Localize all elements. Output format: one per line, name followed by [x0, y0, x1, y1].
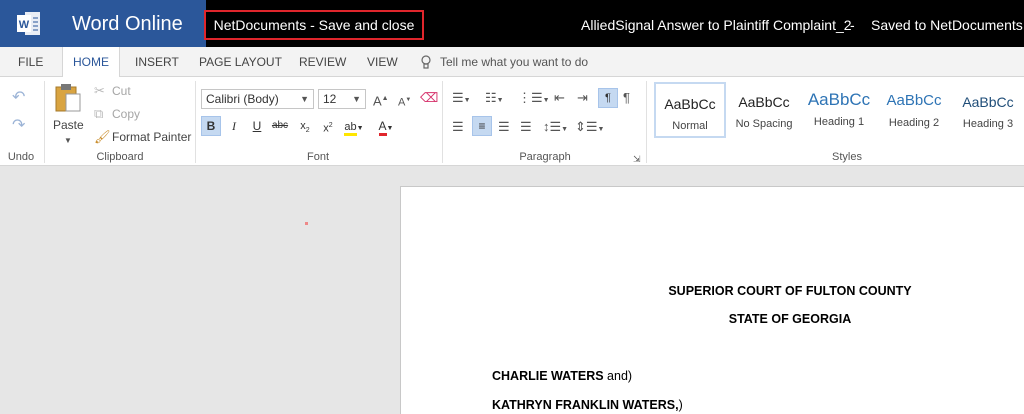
format-painter-button[interactable]: Format Painter: [112, 129, 191, 145]
group-divider: [44, 81, 45, 163]
party-1-rest: and): [603, 369, 633, 383]
party-line-2: KATHRYN FRANKLIN WATERS,): [492, 397, 683, 413]
align-right-icon[interactable]: ☰: [498, 119, 510, 135]
highlighter-icon: ab: [344, 121, 357, 136]
align-center-button[interactable]: ≡: [472, 116, 492, 136]
tab-file[interactable]: FILE: [18, 47, 43, 77]
tab-review[interactable]: REVIEW: [299, 47, 346, 77]
app-name: Word Online: [72, 13, 183, 35]
title-bar: W Word Online NetDocuments - Save and cl…: [0, 0, 1024, 47]
chevron-down-icon: ▼: [300, 94, 309, 104]
numbering-icon[interactable]: ☷▼: [485, 90, 504, 109]
style-heading-3[interactable]: AaBbCc Heading 3: [952, 82, 1024, 138]
style-name: Heading 3: [962, 118, 1014, 130]
party-line-1: CHARLIE WATERS and): [492, 368, 632, 384]
styles-group-label: Styles: [832, 151, 862, 163]
align-left-icon[interactable]: ☰: [452, 119, 464, 135]
italic-button[interactable]: I: [224, 116, 244, 136]
redo-icon[interactable]: ↷: [12, 118, 25, 134]
group-divider: [195, 81, 196, 163]
paste-label: Paste: [53, 118, 84, 132]
state-heading: STATE OF GEORGIA: [728, 312, 852, 326]
style-sample: AaBbCc: [962, 94, 1014, 110]
court-heading: SUPERIOR COURT OF FULTON COUNTY: [668, 284, 912, 298]
font-family-value: Calibri (Body): [206, 92, 279, 106]
style-name: Heading 2: [888, 117, 940, 129]
font-size-value: 12: [323, 92, 337, 106]
app-brand[interactable]: W Word Online: [0, 0, 206, 47]
justify-icon[interactable]: ☰: [520, 119, 532, 135]
clear-formatting-icon[interactable]: ⌫: [420, 90, 438, 106]
decrease-indent-icon[interactable]: ⇤: [554, 90, 565, 106]
copy-button[interactable]: Copy: [112, 106, 140, 122]
paste-button[interactable]: Paste ▼: [51, 83, 85, 145]
underline-button[interactable]: U: [247, 116, 267, 136]
strikethrough-button[interactable]: abc: [270, 116, 290, 136]
line-spacing-icon[interactable]: ↕☰▼: [543, 119, 568, 138]
cursor-marker: [305, 222, 308, 225]
style-sample: AaBbCc: [807, 90, 871, 109]
paste-chevron-down-icon[interactable]: ▼: [64, 133, 72, 149]
paragraph-dialog-launcher-icon[interactable]: ⇲: [633, 151, 641, 167]
undo-icon[interactable]: ↶: [12, 90, 25, 106]
cut-icon: ✂: [94, 83, 105, 98]
undo-group-label: Undo: [7, 151, 35, 163]
style-name: No Spacing: [735, 118, 793, 130]
style-sample: AaBbCc: [664, 96, 716, 112]
style-sample: AaBbCc: [886, 92, 942, 109]
clipboard-group-label: Clipboard: [96, 151, 144, 163]
subscript-button[interactable]: x2: [295, 116, 315, 136]
clipboard-icon: [55, 84, 81, 112]
group-divider: [442, 81, 443, 163]
font-group-label: Font: [306, 151, 329, 163]
party-1-name: CHARLIE WATERS: [492, 369, 604, 383]
document-title[interactable]: AlliedSignal Answer to Plaintiff Complai…: [581, 16, 852, 34]
svg-text:W: W: [19, 19, 30, 31]
font-size-dropdown[interactable]: 12 ▼: [318, 89, 366, 109]
style-sample: AaBbCc: [738, 94, 790, 110]
tab-page-layout[interactable]: PAGE LAYOUT: [199, 47, 282, 77]
font-family-dropdown[interactable]: Calibri (Body) ▼: [201, 89, 314, 109]
increase-indent-icon[interactable]: ⇥: [577, 90, 588, 106]
multilevel-list-icon[interactable]: ⋮☰▼: [518, 90, 550, 109]
ltr-paragraph-button[interactable]: ¶: [598, 88, 618, 108]
font-color-button[interactable]: A▼: [373, 116, 399, 136]
tab-view[interactable]: VIEW: [367, 47, 398, 77]
bullets-icon[interactable]: ☰▼: [452, 90, 471, 109]
party-2-name: KATHRYN FRANKLIN WATERS,: [492, 398, 679, 412]
grow-font-icon[interactable]: A▲: [373, 91, 389, 109]
style-no-spacing[interactable]: AaBbCc No Spacing: [728, 82, 800, 138]
netdocuments-save-close-button[interactable]: NetDocuments - Save and close: [204, 10, 424, 40]
style-heading-1[interactable]: AaBbCc Heading 1: [803, 82, 875, 138]
format-painter-icon: 🖌: [94, 129, 111, 144]
paragraph-group-label: Paragraph: [519, 151, 571, 163]
style-heading-2[interactable]: AaBbCc Heading 2: [878, 82, 950, 138]
tell-me-label: Tell me what you want to do: [440, 55, 589, 69]
style-name: Normal: [672, 120, 708, 132]
ribbon-tabs: FILE HOME INSERT PAGE LAYOUT REVIEW VIEW…: [0, 47, 1024, 78]
highlight-color-button[interactable]: ab▼: [341, 116, 367, 136]
save-status: Saved to NetDocuments: [871, 17, 1023, 33]
party-2-rest: ): [678, 398, 683, 412]
word-logo-icon: W: [17, 12, 40, 35]
superscript-button[interactable]: x2: [318, 116, 338, 136]
style-name: Heading 1: [813, 116, 865, 128]
tab-insert[interactable]: INSERT: [135, 47, 179, 77]
group-divider: [646, 81, 647, 163]
document-page[interactable]: SUPERIOR COURT OF FULTON COUNTY STATE OF…: [400, 186, 1024, 414]
rtl-paragraph-icon[interactable]: ¶: [623, 90, 630, 106]
tab-home[interactable]: HOME: [62, 47, 120, 78]
paragraph-spacing-icon[interactable]: ⇕☰▼: [575, 119, 604, 138]
lightbulb-icon: [421, 55, 431, 69]
title-separator: -: [850, 17, 855, 33]
chevron-down-icon: ▼: [352, 94, 361, 104]
style-normal[interactable]: AaBbCc Normal: [654, 82, 726, 138]
shrink-font-icon[interactable]: A▼: [398, 92, 411, 111]
cut-button[interactable]: Cut: [112, 83, 131, 99]
copy-icon: ⧉: [94, 106, 104, 121]
bold-button[interactable]: B: [201, 116, 221, 136]
ribbon-home: ↶ ↷ Undo Paste ▼ ✂ Cut ⧉ Copy 🖌 Format P…: [0, 77, 1024, 166]
font-color-icon: A: [378, 119, 387, 136]
document-canvas[interactable]: SUPERIOR COURT OF FULTON COUNTY STATE OF…: [0, 166, 1024, 414]
